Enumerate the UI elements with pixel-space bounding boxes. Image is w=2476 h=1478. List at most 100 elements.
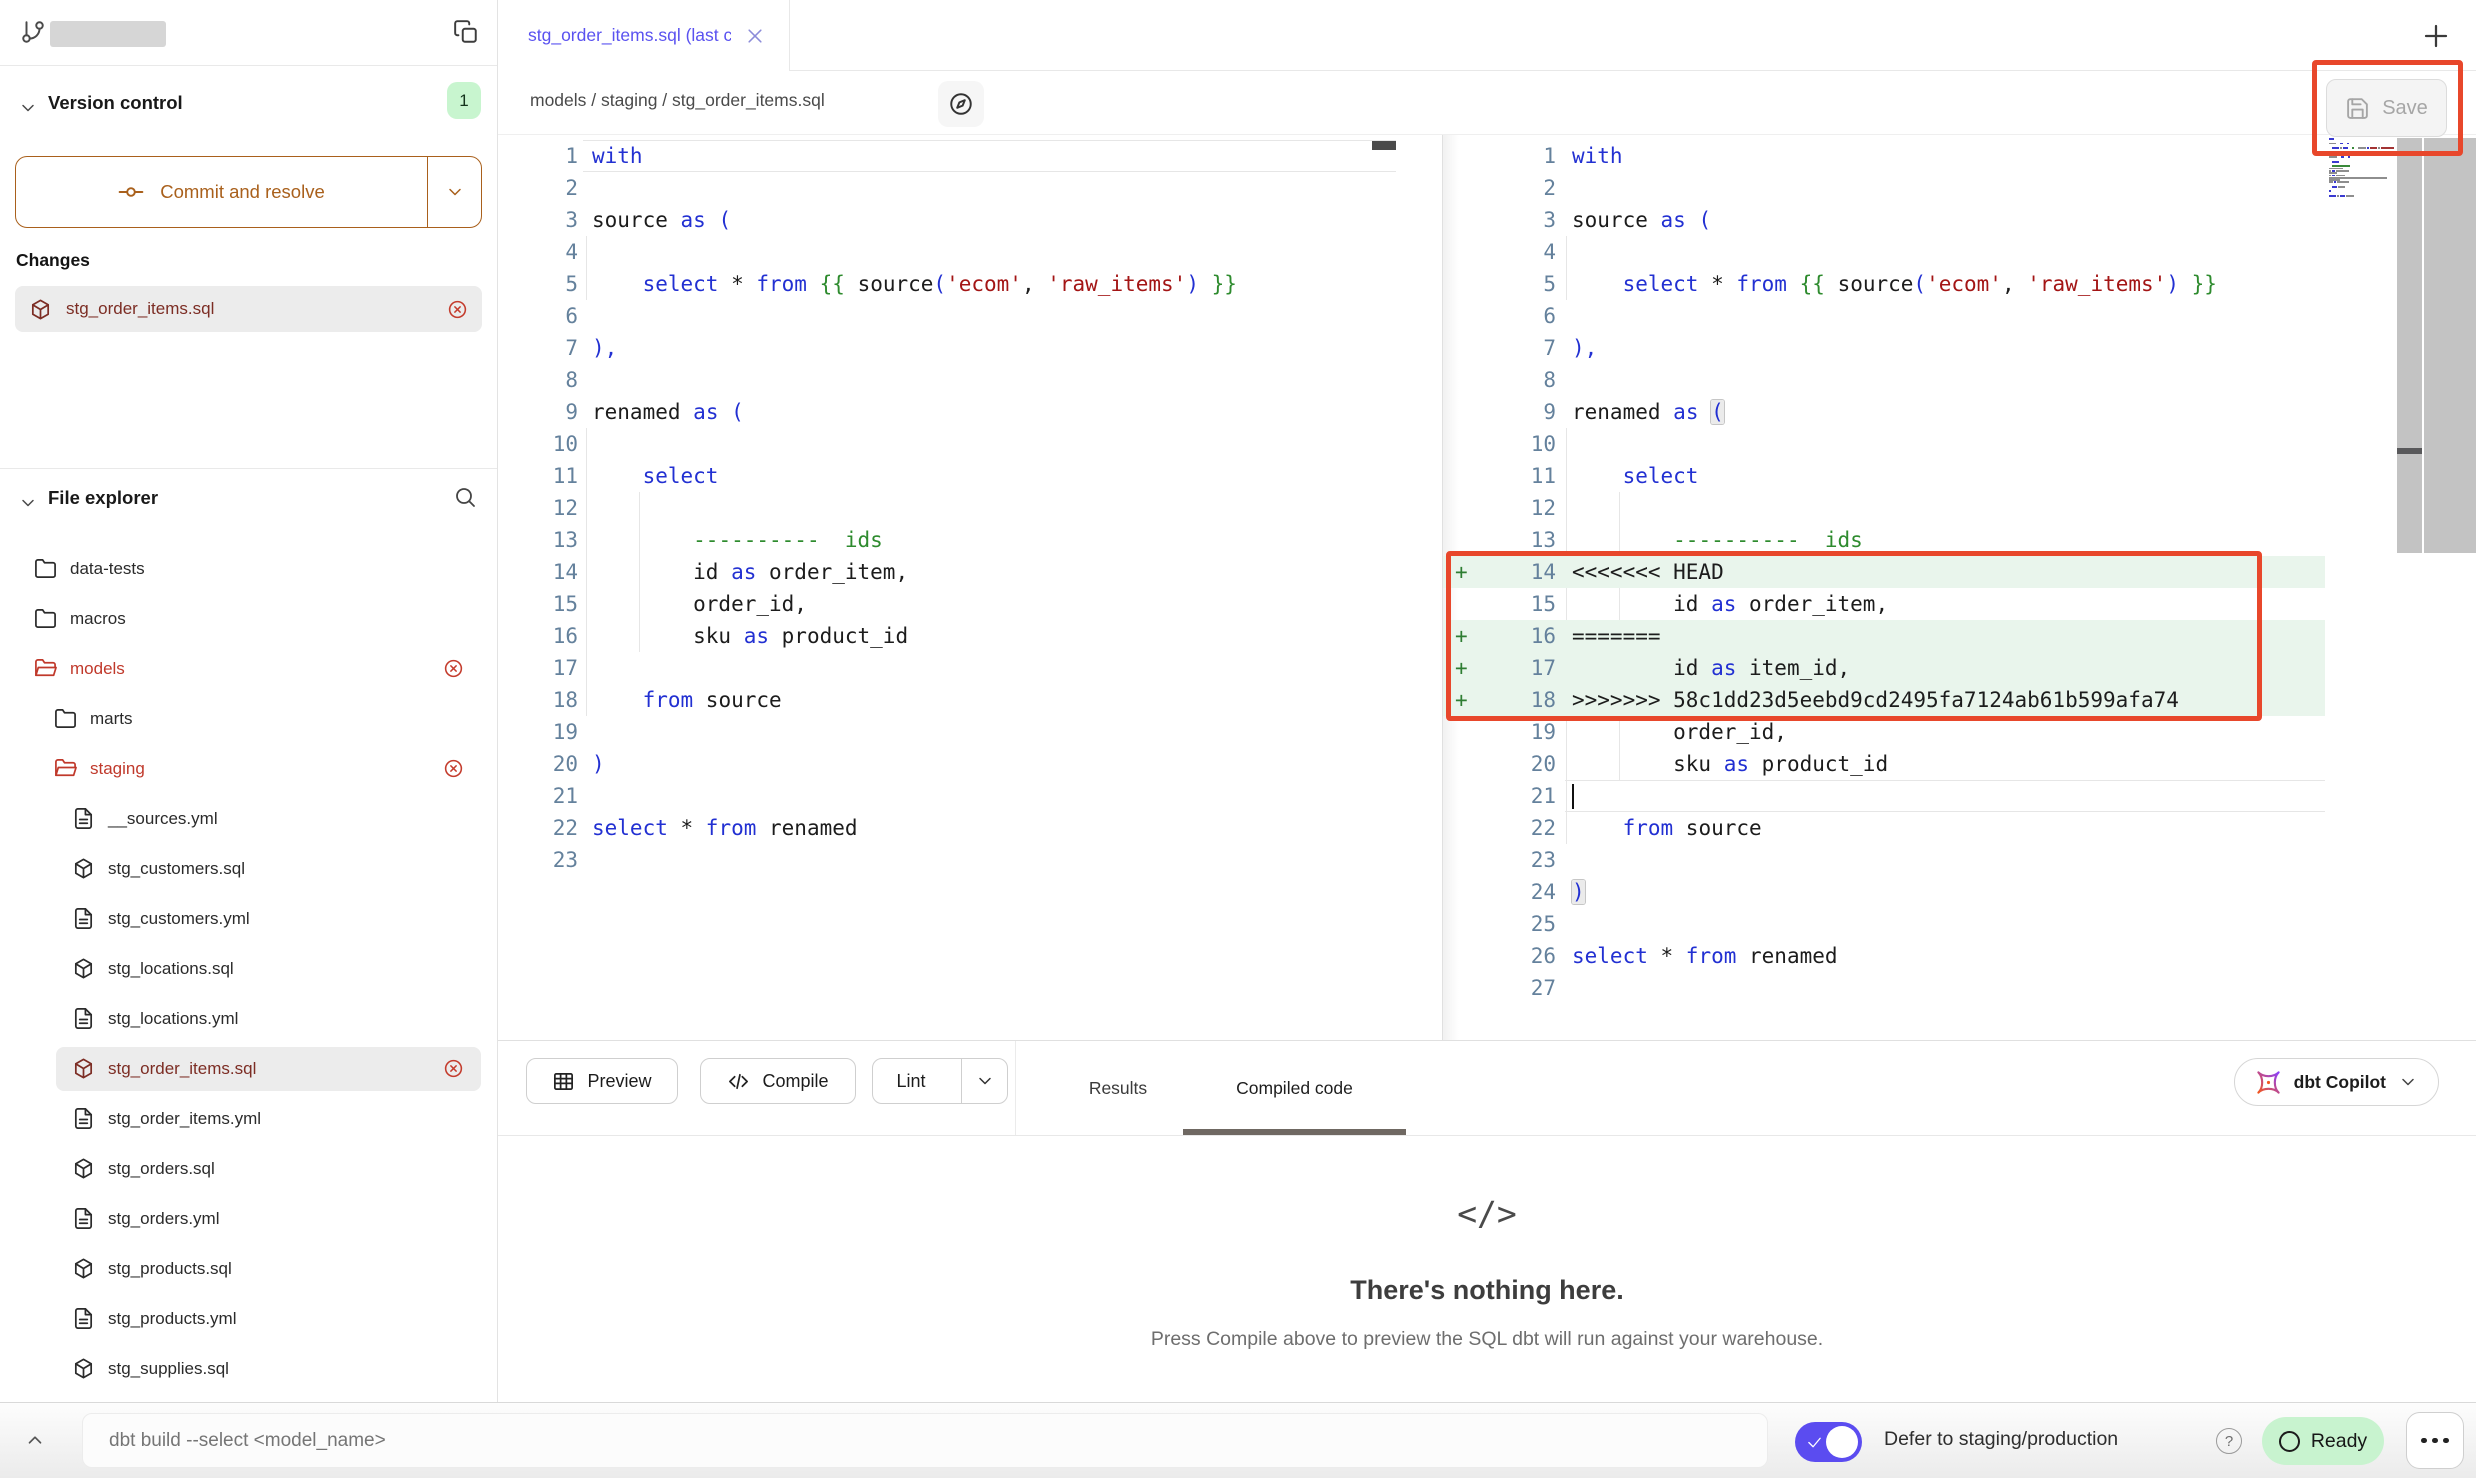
code-line[interactable]: 1with — [498, 140, 1440, 172]
chevron-down-icon[interactable] — [18, 98, 38, 118]
editor-pane-left[interactable]: 1with23source as (45 select * from {{ so… — [498, 135, 1440, 1040]
editor-pane-right[interactable]: 1with23source as (45 select * from {{ so… — [1443, 135, 2476, 1040]
chevron-up-icon[interactable] — [24, 1429, 46, 1451]
code-line[interactable]: 20 sku as product_id — [1443, 748, 2325, 780]
file-tree-item-data-tests[interactable]: data-tests — [0, 544, 497, 594]
code-line[interactable]: 24) — [1443, 876, 2325, 908]
code-line[interactable]: 15 id as order_item, — [1443, 588, 2325, 620]
code-line[interactable]: 10 — [1443, 428, 2325, 460]
defer-toggle[interactable] — [1795, 1422, 1862, 1462]
code-line[interactable]: 2 — [1443, 172, 2325, 204]
code-line[interactable]: +17 id as item_id, — [1443, 652, 2325, 684]
file-tree-item--sources-yml[interactable]: __sources.yml — [0, 794, 497, 844]
conflict-circle-x-icon[interactable] — [443, 758, 464, 779]
file-tree-item-marts[interactable]: marts — [0, 694, 497, 744]
lint-options-dropdown[interactable] — [961, 1059, 1007, 1103]
new-tab-button[interactable] — [2412, 12, 2460, 60]
preview-button[interactable]: Preview — [526, 1058, 678, 1104]
file-tree-item-stg-orders-sql[interactable]: stg_orders.sql — [0, 1144, 497, 1194]
code-line[interactable]: 16 sku as product_id — [498, 620, 1440, 652]
code-line[interactable]: 13 ---------- ids — [1443, 524, 2325, 556]
editor-scrollbar[interactable] — [2397, 138, 2422, 553]
version-control-section-header[interactable]: Version control 1 — [0, 86, 497, 126]
tab-stg-order-items[interactable]: stg_order_items.sql (last c... — [498, 0, 790, 71]
code-line[interactable]: 4 — [498, 236, 1440, 268]
code-line[interactable]: 26select * from renamed — [1443, 940, 2325, 972]
file-tree-item-stg-locations-yml[interactable]: stg_locations.yml — [0, 994, 497, 1044]
file-tree-item-stg-products-sql[interactable]: stg_products.sql — [0, 1244, 497, 1294]
file-tree-item-stg-locations-sql[interactable]: stg_locations.sql — [0, 944, 497, 994]
file-tree-item-models[interactable]: models — [0, 644, 497, 694]
code-line[interactable]: 14 id as order_item, — [498, 556, 1440, 588]
code-line[interactable]: 13 ---------- ids — [498, 524, 1440, 556]
code-line[interactable]: 12 — [1443, 492, 2325, 524]
file-tree-item-staging[interactable]: staging — [0, 744, 497, 794]
code-line[interactable]: 19 — [498, 716, 1440, 748]
conflict-circle-x-icon[interactable] — [443, 1058, 464, 1079]
file-tree-item-stg-order-items-sql[interactable]: stg_order_items.sql — [0, 1044, 497, 1094]
chevron-down-icon[interactable] — [18, 493, 38, 513]
file-tree-item-stg-order-items-yml[interactable]: stg_order_items.yml — [0, 1094, 497, 1144]
code-line[interactable]: 18 from source — [498, 684, 1440, 716]
file-tree-item-stg-customers-sql[interactable]: stg_customers.sql — [0, 844, 497, 894]
code-line[interactable]: 3source as ( — [498, 204, 1440, 236]
lineage-compass-button[interactable] — [938, 81, 984, 127]
code-line[interactable]: +14<<<<<<< HEAD — [1443, 556, 2325, 588]
code-line[interactable]: 23 — [498, 844, 1440, 876]
code-line[interactable]: 21 — [1443, 780, 2325, 812]
dbt-command-input[interactable] — [82, 1413, 1768, 1468]
code-line[interactable]: 5 select * from {{ source('ecom', 'raw_i… — [1443, 268, 2325, 300]
code-line[interactable]: 17 — [498, 652, 1440, 684]
code-line[interactable]: 21 — [498, 780, 1440, 812]
code-line[interactable]: 10 — [498, 428, 1440, 460]
code-line[interactable]: 7), — [1443, 332, 2325, 364]
discard-circle-x-icon[interactable] — [447, 299, 468, 320]
file-tree-item-stg-orders-yml[interactable]: stg_orders.yml — [0, 1194, 497, 1244]
help-icon[interactable]: ? — [2216, 1428, 2242, 1454]
code-line[interactable]: 4 — [1443, 236, 2325, 268]
commit-and-resolve-button[interactable]: Commit and resolve — [15, 156, 482, 228]
file-explorer-section-header[interactable]: File explorer — [0, 468, 497, 530]
code-line[interactable]: 3source as ( — [1443, 204, 2325, 236]
code-line[interactable]: 15 order_id, — [498, 588, 1440, 620]
tab-compiled-code[interactable]: Compiled code — [1183, 1041, 1406, 1135]
code-line[interactable]: 6 — [498, 300, 1440, 332]
code-line[interactable]: 23 — [1443, 844, 2325, 876]
commit-options-dropdown[interactable] — [427, 157, 481, 227]
tab-results[interactable]: Results — [1073, 1041, 1163, 1135]
code-line[interactable]: 25 — [1443, 908, 2325, 940]
git-branch-icon[interactable] — [20, 19, 46, 45]
lint-button[interactable]: Lint — [872, 1058, 1008, 1104]
code-line[interactable]: +16======= — [1443, 620, 2325, 652]
conflict-circle-x-icon[interactable] — [443, 658, 464, 679]
code-line[interactable]: 22select * from renamed — [498, 812, 1440, 844]
code-line[interactable]: 1with — [1443, 140, 2325, 172]
copy-icon[interactable] — [453, 19, 479, 45]
code-line[interactable]: 19 order_id, — [1443, 716, 2325, 748]
scrollbar-thumb[interactable] — [1372, 141, 1396, 150]
minimap[interactable] — [2329, 138, 2395, 200]
file-tree-item-stg-products-yml[interactable]: stg_products.yml — [0, 1294, 497, 1344]
code-line[interactable]: 8 — [498, 364, 1440, 396]
code-line[interactable]: 9renamed as ( — [1443, 396, 2325, 428]
changed-file-row[interactable]: stg_order_items.sql — [15, 286, 482, 332]
code-line[interactable]: 20) — [498, 748, 1440, 780]
file-tree-item-macros[interactable]: macros — [0, 594, 497, 644]
more-options-button[interactable] — [2406, 1412, 2464, 1469]
compile-button[interactable]: Compile — [700, 1058, 856, 1104]
code-line[interactable]: 7), — [498, 332, 1440, 364]
file-tree-item-stg-customers-yml[interactable]: stg_customers.yml — [0, 894, 497, 944]
search-icon[interactable] — [453, 485, 477, 509]
code-line[interactable]: +18>>>>>>> 58c1dd23d5eebd9cd2495fa7124ab… — [1443, 684, 2325, 716]
close-icon[interactable] — [745, 26, 765, 46]
code-line[interactable]: 11 select — [1443, 460, 2325, 492]
window-scrollbar[interactable] — [2424, 138, 2476, 553]
dbt-copilot-button[interactable]: dbt Copilot — [2234, 1058, 2439, 1106]
code-line[interactable]: 12 — [498, 492, 1440, 524]
code-line[interactable]: 5 select * from {{ source('ecom', 'raw_i… — [498, 268, 1440, 300]
code-line[interactable]: 2 — [498, 172, 1440, 204]
save-button[interactable]: Save — [2326, 79, 2447, 137]
code-line[interactable]: 8 — [1443, 364, 2325, 396]
code-line[interactable]: 11 select — [498, 460, 1440, 492]
code-line[interactable]: 6 — [1443, 300, 2325, 332]
